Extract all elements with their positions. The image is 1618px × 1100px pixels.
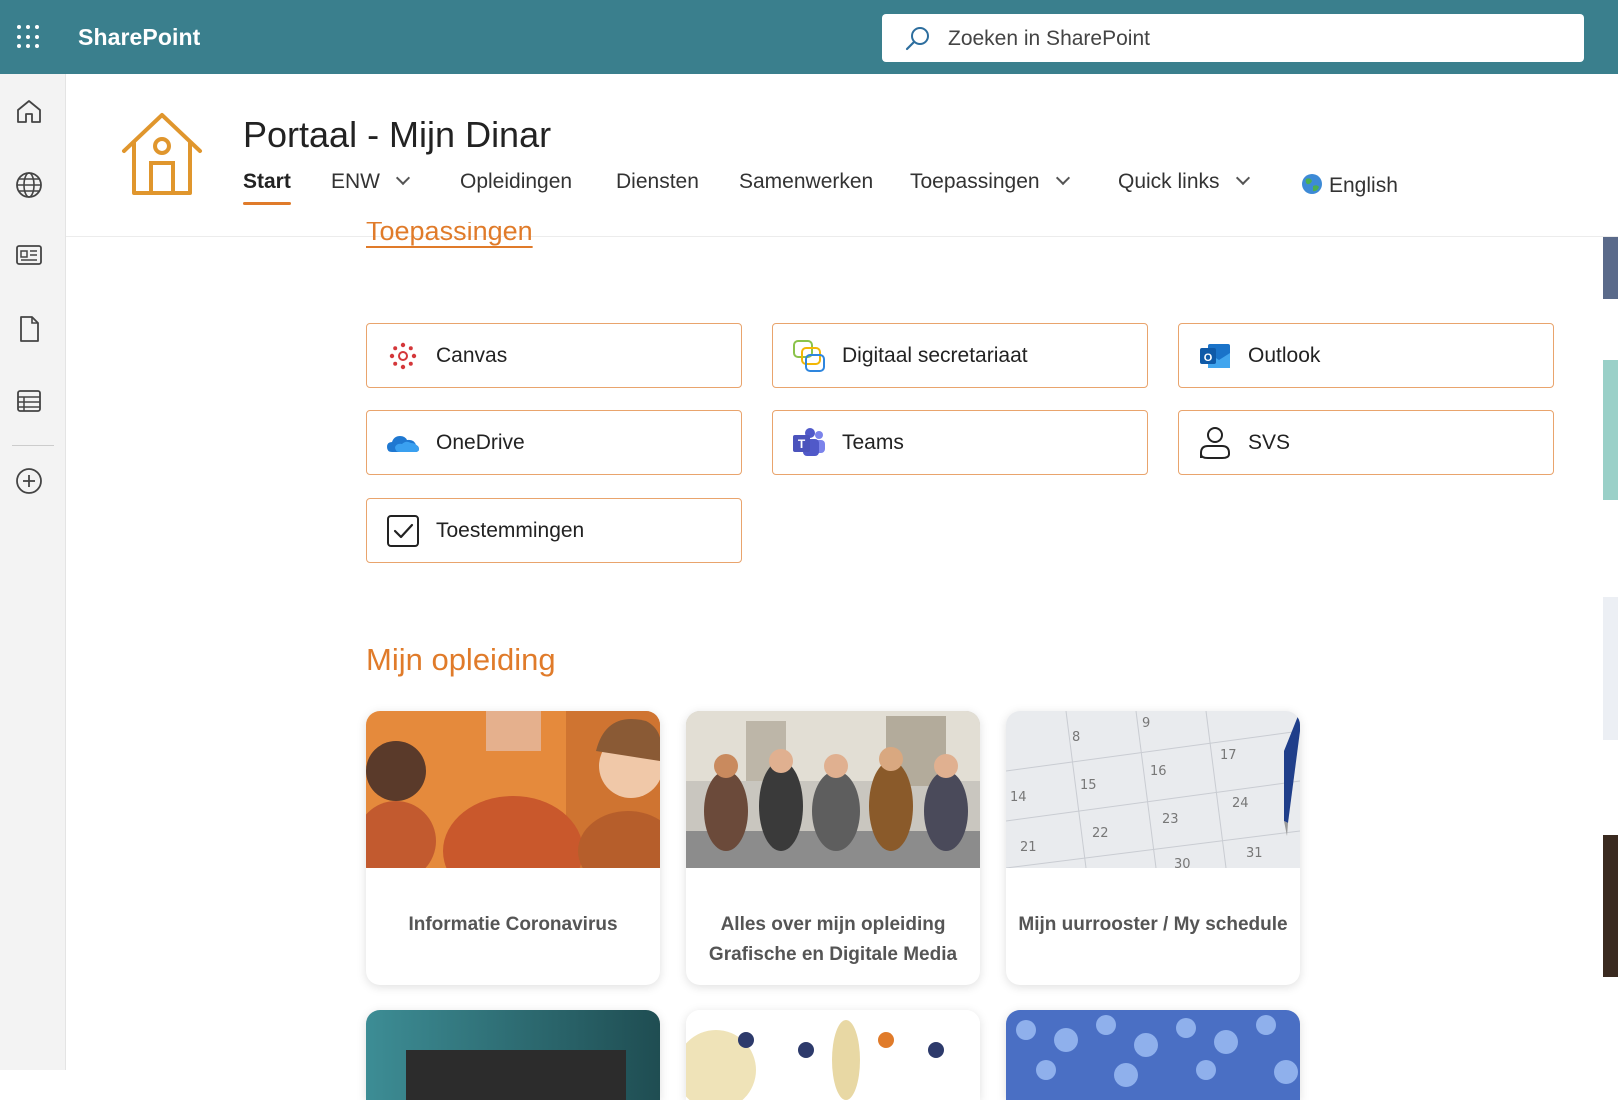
svg-text:22: 22: [1092, 826, 1109, 841]
canvas-icon: [389, 342, 417, 370]
site-header: Portaal - Mijn Dinar Start ENW Opleiding…: [66, 74, 1618, 237]
card-partial-2[interactable]: [686, 1010, 980, 1100]
svg-text:30: 30: [1174, 857, 1191, 868]
app-tile-digitaal-secretariaat[interactable]: Digitaal secretariaat: [772, 323, 1148, 388]
app-tile-label: SVS: [1248, 431, 1291, 454]
globe-emoji-icon: [1302, 174, 1322, 194]
card-title: Informatie Coronavirus: [408, 914, 618, 935]
app-tile-label: Digitaal secretariaat: [842, 344, 1028, 367]
edge-image: [1603, 597, 1618, 740]
svg-text:16: 16: [1150, 764, 1167, 779]
search-box[interactable]: Zoeken in SharePoint: [882, 14, 1584, 62]
card-image-partial: [366, 1010, 660, 1100]
card-title: Alles over mijn opleiding Grafische en D…: [696, 910, 970, 970]
app-tile-label: OneDrive: [436, 431, 525, 454]
card-partial-3[interactable]: [1006, 1010, 1300, 1100]
suite-header: SharePoint Zoeken in SharePoint: [0, 0, 1618, 74]
card-partial-1[interactable]: [366, 1010, 660, 1100]
nav-label: English: [1329, 174, 1398, 197]
globe-icon[interactable]: [14, 170, 44, 200]
site-logo-house-icon[interactable]: [118, 109, 206, 197]
svg-text:21: 21: [1020, 840, 1037, 855]
home-icon[interactable]: [14, 96, 44, 126]
card-title-line: Alles over mijn opleiding: [720, 914, 946, 935]
outlook-icon: O: [1200, 344, 1230, 368]
card-image-calendar: 8 9 15 16 17 14 22 23 24 21 31 30: [1006, 711, 1300, 868]
svg-text:8: 8: [1072, 730, 1080, 745]
nav-samenwerken[interactable]: Samenwerken: [739, 170, 873, 194]
nav-diensten[interactable]: Diensten: [616, 170, 699, 194]
app-tile-outlook[interactable]: O Outlook: [1178, 323, 1554, 388]
nav-label: Diensten: [616, 170, 699, 193]
svg-text:15: 15: [1080, 778, 1097, 793]
app-tile-label: Toestemmingen: [436, 519, 585, 542]
nav-opleidingen[interactable]: Opleidingen: [460, 170, 572, 194]
card-image-students: [686, 711, 980, 868]
nav-start[interactable]: Start: [243, 170, 291, 205]
rail-separator: [12, 445, 54, 446]
app-bar: [0, 74, 66, 1070]
app-launcher-icon[interactable]: [17, 25, 41, 49]
search-icon: [905, 27, 929, 51]
mijn-opleiding-heading: Mijn opleiding: [366, 642, 556, 677]
document-icon[interactable]: [14, 314, 44, 344]
nav-label: Start: [243, 170, 291, 193]
sharepoint-brand[interactable]: SharePoint: [78, 24, 200, 51]
site-title[interactable]: Portaal - Mijn Dinar: [243, 114, 551, 156]
svg-text:17: 17: [1220, 748, 1237, 763]
svg-text:31: 31: [1246, 846, 1263, 861]
edge-image: [1603, 835, 1618, 977]
app-tile-label: Teams: [842, 431, 904, 454]
svg-text:O: O: [1204, 352, 1213, 364]
nav-label: Samenwerken: [739, 170, 874, 193]
person-icon: [1200, 427, 1230, 459]
edge-image: [1603, 237, 1618, 299]
card-title-line: Grafische en Digitale Media: [708, 944, 958, 965]
svg-text:9: 9: [1142, 716, 1150, 731]
card-informatie-coronavirus[interactable]: Informatie Coronavirus: [366, 711, 660, 985]
app-tile-teams[interactable]: T Teams: [772, 410, 1148, 475]
onedrive-icon: [387, 436, 419, 452]
nav-label: Quick links: [1118, 170, 1220, 193]
app-tile-svs[interactable]: SVS: [1178, 410, 1554, 475]
nav-label: Toepassingen: [910, 170, 1040, 193]
checkbox-icon: [387, 515, 419, 547]
nav-label: ENW: [331, 170, 380, 193]
edge-image: [1603, 360, 1618, 500]
svg-text:23: 23: [1162, 812, 1179, 827]
app-tile-onedrive[interactable]: OneDrive: [366, 410, 742, 475]
svg-text:T: T: [798, 437, 806, 451]
list-icon[interactable]: [14, 386, 44, 416]
svg-text:24: 24: [1232, 796, 1249, 811]
card-alles-over-mijn-opleiding[interactable]: Alles over mijn opleiding Grafische en D…: [686, 711, 980, 985]
chevron-down-icon: [1055, 170, 1070, 186]
svg-text:14: 14: [1010, 790, 1027, 805]
card-image-partial: [1006, 1010, 1300, 1100]
news-icon[interactable]: [14, 240, 44, 270]
nav-english[interactable]: English: [1301, 170, 1398, 198]
app-tile-toestemmingen[interactable]: Toestemmingen: [366, 498, 742, 563]
card-image-people: [366, 711, 660, 868]
nav-toepassingen[interactable]: Toepassingen: [910, 170, 1070, 194]
card-mijn-uurrooster[interactable]: 8 9 15 16 17 14 22 23 24 21 31 30 Mijn uurroost…: [1006, 711, 1300, 985]
app-tile-canvas[interactable]: Canvas: [366, 323, 742, 388]
toepassingen-heading-link[interactable]: Toepassingen: [366, 222, 533, 248]
search-input[interactable]: Zoeken in SharePoint: [948, 27, 1150, 51]
add-icon[interactable]: [14, 466, 44, 496]
app-tile-label: Outlook: [1248, 344, 1321, 367]
teams-icon: T: [793, 428, 825, 456]
nav-label: Opleidingen: [460, 170, 573, 193]
chevron-down-icon: [395, 170, 411, 186]
chevron-down-icon: [1235, 170, 1250, 186]
card-title: Mijn uurrooster / My schedule: [1018, 914, 1288, 935]
nav-quick-links[interactable]: Quick links: [1118, 170, 1250, 194]
nav-enw[interactable]: ENW: [331, 170, 411, 194]
card-image-partial: [686, 1010, 980, 1100]
app-tile-label: Canvas: [436, 344, 508, 367]
digital-secretariat-icon: [793, 340, 825, 372]
